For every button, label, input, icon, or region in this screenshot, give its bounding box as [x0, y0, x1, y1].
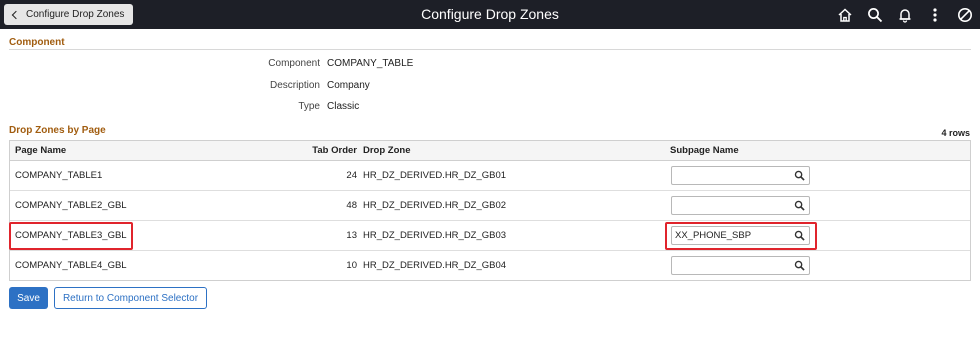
drop-zone-cell: HR_DZ_DERIVED.HR_DZ_GB04 — [363, 260, 507, 271]
table-row: COMPANY_TABLE2_GBL 48 HR_DZ_DERIVED.HR_D… — [10, 191, 970, 221]
header-actions — [830, 0, 980, 29]
subpage-lookup — [671, 166, 810, 185]
description-value: Company — [327, 80, 370, 91]
page-name-cell: COMPANY_TABLE2_GBL — [15, 200, 127, 211]
subpage-name-input[interactable] — [672, 197, 790, 214]
tab-order-cell: 10 — [346, 260, 357, 271]
tab-order-cell: 13 — [346, 230, 357, 241]
grid-header: Page Name Tab Order Drop Zone Subpage Na… — [10, 141, 970, 161]
column-header-drop-zone: Drop Zone — [363, 145, 411, 156]
search-icon[interactable] — [860, 0, 890, 29]
row-count: 4 rows — [941, 128, 970, 138]
component-label: Component — [268, 58, 320, 69]
section-divider — [9, 49, 971, 50]
subpage-name-input[interactable] — [672, 257, 790, 274]
table-row: COMPANY_TABLE3_GBL 13 HR_DZ_DERIVED.HR_D… — [10, 221, 970, 251]
top-banner: Configure Drop Zones Configure Drop Zone… — [0, 0, 980, 29]
component-section-title: Component — [9, 37, 65, 48]
type-value: Classic — [327, 101, 360, 112]
highlight-subpage-name — [665, 222, 817, 250]
subpage-lookup — [671, 196, 810, 215]
component-value: COMPANY_TABLE — [327, 58, 414, 69]
page-name-cell: COMPANY_TABLE4_GBL — [15, 260, 127, 271]
drop-zone-cell: HR_DZ_DERIVED.HR_DZ_GB03 — [363, 230, 507, 241]
column-header-subpage-name: Subpage Name — [670, 145, 739, 156]
dropzones-grid: Page Name Tab Order Drop Zone Subpage Na… — [9, 140, 971, 281]
column-header-page-name: Page Name — [15, 145, 67, 156]
table-row: COMPANY_TABLE1 24 HR_DZ_DERIVED.HR_DZ_GB… — [10, 161, 970, 191]
page-name-cell: COMPANY_TABLE1 — [15, 170, 103, 181]
highlight-page-name — [9, 222, 133, 250]
type-label: Type — [298, 101, 320, 112]
tab-order-cell: 24 — [346, 170, 357, 181]
lookup-search-icon[interactable] — [794, 170, 805, 181]
column-header-tab-order: Tab Order — [312, 145, 357, 156]
table-row: COMPANY_TABLE4_GBL 10 HR_DZ_DERIVED.HR_D… — [10, 251, 970, 280]
home-icon[interactable] — [830, 0, 860, 29]
return-to-component-selector-button[interactable]: Return to Component Selector — [54, 287, 207, 309]
drop-zone-cell: HR_DZ_DERIVED.HR_DZ_GB01 — [363, 170, 507, 181]
save-button[interactable]: Save — [9, 287, 48, 309]
drop-zone-cell: HR_DZ_DERIVED.HR_DZ_GB02 — [363, 200, 507, 211]
lookup-search-icon[interactable] — [794, 200, 805, 211]
bell-icon[interactable] — [890, 0, 920, 29]
subpage-lookup — [671, 256, 810, 275]
dropzones-section-title: Drop Zones by Page — [9, 125, 106, 136]
more-vertical-icon[interactable] — [920, 0, 950, 29]
lookup-search-icon[interactable] — [794, 260, 805, 271]
subpage-name-input[interactable] — [672, 167, 790, 184]
tab-order-cell: 48 — [346, 200, 357, 211]
no-entry-icon[interactable] — [950, 0, 980, 29]
description-label: Description — [269, 80, 320, 91]
